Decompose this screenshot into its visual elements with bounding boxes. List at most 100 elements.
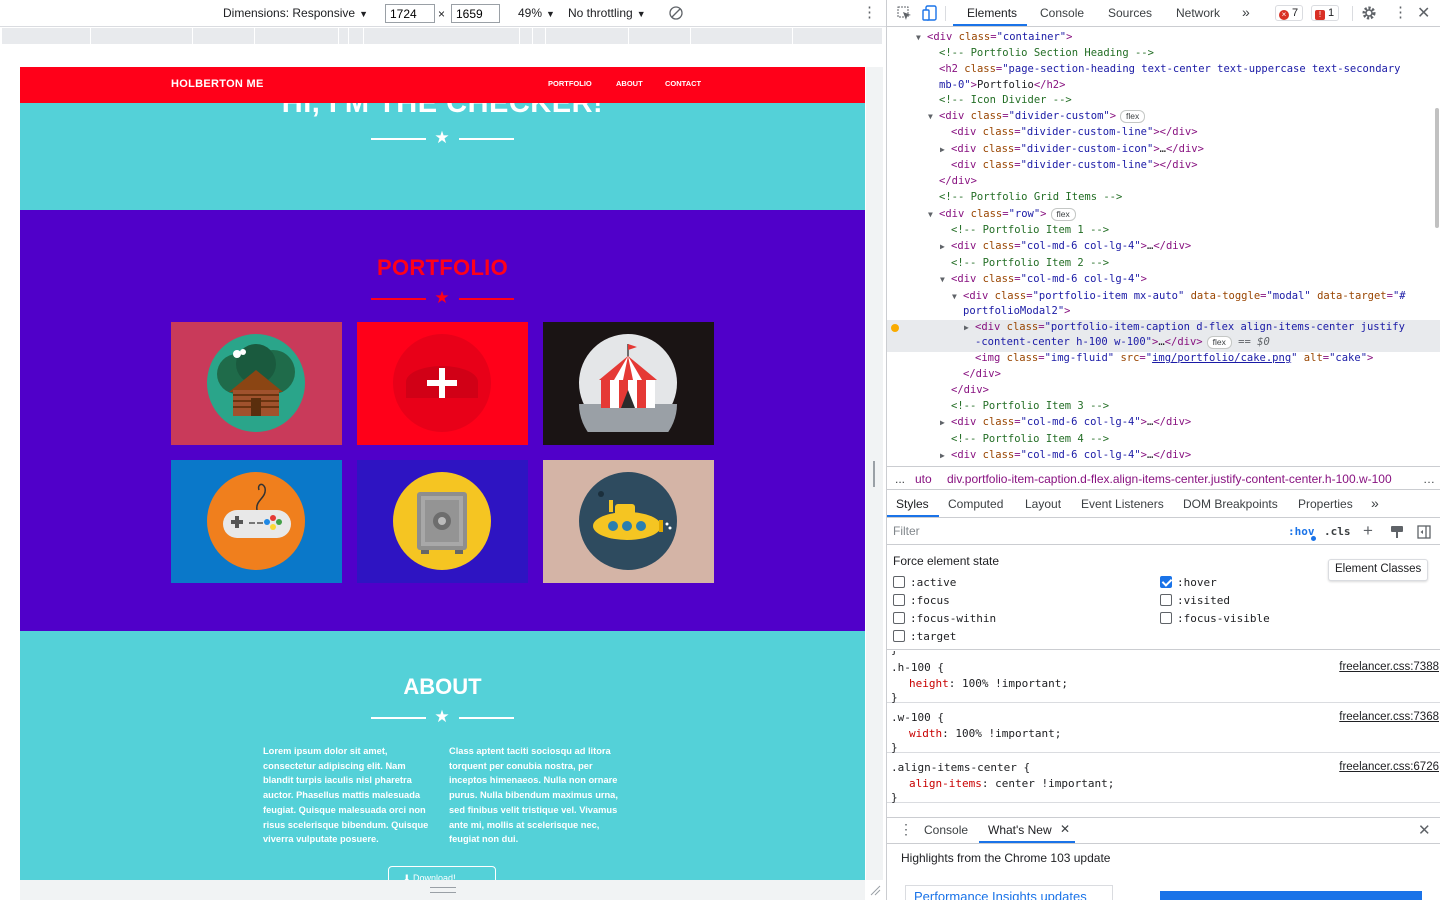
rule-source-link[interactable]: freelancer.css:7388: [1339, 661, 1439, 673]
expand-arrow-icon[interactable]: ▶: [940, 239, 951, 255]
settings-gear-icon[interactable]: [1361, 5, 1377, 21]
zoom-dropdown[interactable]: 49% ▼: [518, 6, 555, 20]
state-checkbox-focus[interactable]: :focus: [893, 594, 950, 608]
breadcrumb-overflow[interactable]: ...: [895, 472, 905, 486]
dom-node-line[interactable]: ▶ <div class="col-md-6 col-lg-4">…</div>: [940, 447, 1191, 463]
dom-node-line[interactable]: ▼ <div class="divider-custom"> flex: [928, 108, 1146, 125]
dom-node-line[interactable]: <!-- Portfolio Item 3 -->: [940, 398, 1109, 414]
portfolio-item-cabin[interactable]: [171, 322, 342, 445]
more-options-icon[interactable]: ⋮: [862, 3, 877, 21]
rule-source-link[interactable]: freelancer.css:7368: [1339, 711, 1439, 723]
dom-node-line[interactable]: <!-- Portfolio Item 2 -->: [940, 255, 1109, 271]
whats-new-card-link[interactable]: Performance Insights updates: [905, 885, 1113, 900]
dom-node-line[interactable]: <!-- Portfolio Item 1 -->: [940, 222, 1109, 238]
throttling-dropdown[interactable]: No throttling ▼: [568, 6, 646, 20]
dom-node-line[interactable]: ▼ <div class="container">: [916, 29, 1072, 45]
expand-arrow-icon[interactable]: ▶: [940, 415, 951, 431]
drawer-tab-console[interactable]: Console: [924, 823, 968, 837]
state-checkbox-hover[interactable]: :hover: [1160, 576, 1217, 590]
property-name[interactable]: align-items: [909, 777, 982, 790]
dom-node-line[interactable]: <div class="divider-custom-line"></div>: [940, 124, 1198, 140]
dom-node-line[interactable]: portfolioModal2">: [952, 303, 1070, 319]
close-devtools-icon[interactable]: ✕: [1417, 3, 1430, 23]
dom-node-line[interactable]: -content-center h-100 w-100">…</div> flex…: [964, 334, 1270, 350]
dom-tree-scrollbar[interactable]: [1435, 108, 1439, 228]
property-value[interactable]: : 100% !important;: [949, 677, 1068, 690]
more-tabs-icon[interactable]: »: [1242, 4, 1250, 20]
css-rule[interactable]: .w-100 {width: 100% !important;} freelanc…: [887, 703, 1440, 754]
nav-link-contact[interactable]: CONTACT: [665, 79, 701, 88]
state-checkbox-target[interactable]: :target: [893, 630, 956, 644]
dimensions-dropdown[interactable]: Dimensions: Responsive ▼: [223, 6, 368, 20]
sidebar-toggle-icon[interactable]: [1417, 525, 1431, 539]
download-button[interactable]: ⬇ Download!: [388, 866, 496, 880]
dom-node-line[interactable]: ▼ <div class="row"> flex: [928, 206, 1076, 222]
portfolio-item-circus[interactable]: [543, 322, 714, 445]
dom-node-line[interactable]: ▼ <div class="portfolio-item mx-auto" dat…: [952, 288, 1406, 304]
dom-node-line[interactable]: <h2 class="page-section-heading text-cen…: [928, 61, 1401, 77]
breadcrumb-item-prev[interactable]: uto: [915, 472, 932, 486]
tab-event-listeners[interactable]: Event Listeners: [1081, 497, 1164, 511]
dom-node-line[interactable]: <!-- Portfolio Item 4 -->: [940, 431, 1109, 447]
portfolio-item-cake[interactable]: [357, 322, 528, 445]
drawer-tab-whats-new[interactable]: What's New: [988, 823, 1052, 837]
drawer-menu-icon[interactable]: ⋮: [899, 821, 913, 838]
collapse-arrow-icon[interactable]: ▼: [940, 272, 951, 288]
close-drawer-icon[interactable]: ✕: [1418, 821, 1431, 839]
css-rule[interactable]: .h-100 {height: 100% !important;} freelan…: [887, 653, 1440, 704]
portfolio-item-submarine[interactable]: [543, 460, 714, 583]
styles-filter-input[interactable]: Filter: [893, 524, 920, 538]
new-style-rule-icon[interactable]: +: [1363, 521, 1373, 541]
dom-node-line[interactable]: mb-0">Portfolio</h2>: [928, 77, 1065, 93]
nav-link-about[interactable]: ABOUT: [616, 79, 643, 88]
viewport-resize-handle-right[interactable]: [866, 67, 883, 880]
dom-node-line[interactable]: ▶ <div class="divider-custom-icon">…</div…: [940, 141, 1204, 157]
site-brand[interactable]: HOLBERTON ME: [171, 78, 264, 90]
property-name[interactable]: height: [909, 677, 949, 690]
dom-node-line[interactable]: ▶ <div class="col-md-6 col-lg-4">…</div>: [940, 238, 1191, 254]
dom-node-line[interactable]: </div>: [940, 382, 989, 398]
dom-node-line[interactable]: <!-- Icon Divider -->: [928, 92, 1072, 108]
rule-selector[interactable]: .h-100 {: [891, 661, 944, 674]
more-subtabs-icon[interactable]: »: [1371, 495, 1379, 511]
collapse-arrow-icon[interactable]: ▼: [928, 109, 939, 125]
state-checkbox-visited[interactable]: :visited: [1160, 594, 1230, 608]
tab-computed[interactable]: Computed: [948, 497, 1003, 511]
state-checkbox-focus-visible[interactable]: :focus-visible: [1160, 612, 1270, 626]
dom-node-line[interactable]: </div>: [952, 366, 1001, 382]
dom-node-line[interactable]: ▼ <div class="col-md-6 col-lg-4">: [940, 271, 1147, 287]
element-classes-button[interactable]: Element Classes: [1328, 559, 1429, 581]
tab-sources[interactable]: Sources: [1108, 6, 1152, 20]
nav-link-portfolio[interactable]: PORTFOLIO: [548, 79, 592, 88]
devtools-more-icon[interactable]: ⋮: [1393, 3, 1408, 21]
expand-arrow-icon[interactable]: ▶: [940, 142, 951, 158]
tab-console[interactable]: Console: [1040, 6, 1084, 20]
resize-corner-icon[interactable]: [869, 884, 881, 896]
height-input[interactable]: [451, 4, 500, 23]
device-toolbar-toggle-icon[interactable]: [922, 5, 937, 21]
dom-node-line[interactable]: <div class="divider-custom-line"></div>: [940, 157, 1198, 173]
warning-count-badge[interactable]: ! 1: [1311, 5, 1340, 21]
tab-properties[interactable]: Properties: [1298, 497, 1353, 511]
collapse-arrow-icon[interactable]: ▼: [916, 30, 927, 46]
rule-source-link[interactable]: freelancer.css:6726: [1339, 761, 1439, 773]
error-count-badge[interactable]: × 7: [1275, 5, 1304, 21]
tab-styles[interactable]: Styles: [896, 497, 929, 511]
dom-node-line[interactable]: <!-- Portfolio Grid Items -->: [928, 189, 1122, 205]
rule-declaration[interactable]: width: 100% !important;: [909, 727, 1061, 740]
breadcrumb-item-current[interactable]: div.portfolio-item-caption.d-flex.align-…: [947, 472, 1392, 486]
rule-selector[interactable]: .w-100 {: [891, 711, 944, 724]
viewport-resize-handle-bottom[interactable]: [20, 880, 865, 900]
close-tab-icon[interactable]: ✕: [1060, 822, 1070, 836]
paint-brush-icon[interactable]: [1390, 525, 1404, 539]
tab-layout[interactable]: Layout: [1025, 497, 1061, 511]
rule-declaration[interactable]: align-items: center !important;: [909, 777, 1114, 790]
property-value[interactable]: : 100% !important;: [942, 727, 1061, 740]
elements-dom-tree[interactable]: ▼ <div class="container"> <!-- Portfolio S…: [887, 28, 1440, 464]
expand-arrow-icon[interactable]: ▶: [940, 448, 951, 464]
dom-node-line[interactable]: <!-- Portfolio Section Heading -->: [928, 45, 1154, 61]
tab-network[interactable]: Network: [1176, 6, 1220, 20]
dom-node-line[interactable]: ▶ <div class="col-md-6 col-lg-4">…</div>: [940, 414, 1191, 430]
dom-node-line[interactable]: ▶ <div class="portfolio-item-caption d-fl…: [964, 319, 1405, 335]
collapse-arrow-icon[interactable]: ▼: [928, 207, 939, 223]
